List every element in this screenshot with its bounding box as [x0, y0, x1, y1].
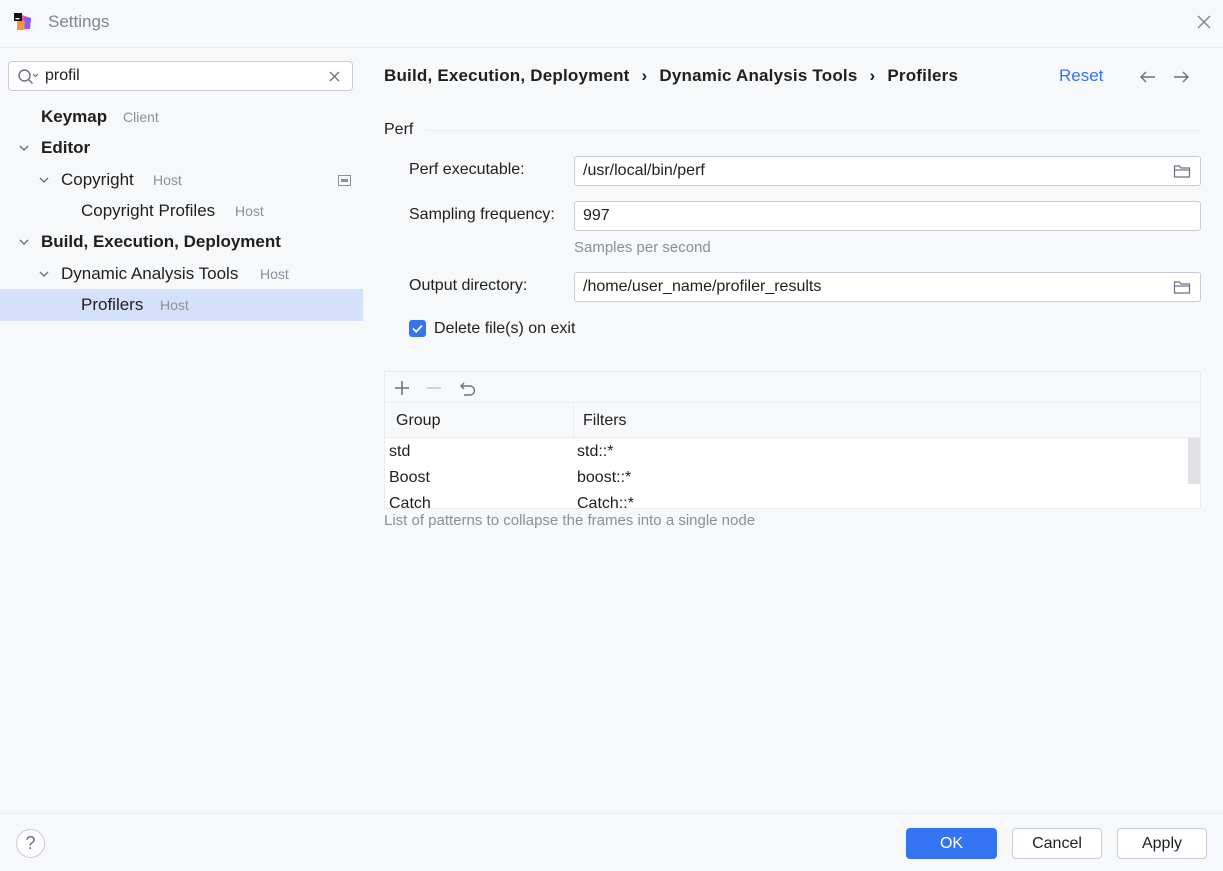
cell-filters: std::*: [577, 443, 614, 460]
header-divider: [0, 47, 1223, 48]
remove-icon[interactable]: [424, 378, 444, 398]
sampling-frequency-value[interactable]: 997: [583, 207, 610, 225]
breadcrumb-item: Profilers: [887, 66, 959, 85]
help-button[interactable]: ?: [16, 829, 45, 858]
table-row[interactable]: Boost boost::*: [385, 465, 1200, 491]
tree-item-label: Copyright Profiles: [81, 201, 216, 220]
folder-icon[interactable]: [1173, 163, 1191, 179]
tree-item-hint: Host: [235, 203, 264, 219]
cell-group: std: [389, 443, 411, 460]
tree-item-label: Dynamic Analysis Tools: [61, 264, 239, 283]
footer-divider: [0, 813, 1223, 814]
breadcrumb-separator: ›: [869, 66, 876, 85]
section-divider: [426, 130, 1200, 131]
tree-item-label: Editor: [41, 138, 91, 157]
cell-group: Catch: [389, 495, 431, 509]
breadcrumb: Build, Execution, Deployment › Dynamic Ana…: [384, 66, 958, 86]
title-bar: Settings: [0, 0, 1223, 46]
ok-button[interactable]: OK: [906, 828, 997, 859]
output-directory-label: Output directory:: [409, 277, 528, 294]
delete-files-label[interactable]: Delete file(s) on exit: [434, 320, 575, 338]
search-field[interactable]: [8, 61, 353, 91]
add-icon[interactable]: [392, 378, 412, 398]
tree-item-build-execution-deployment[interactable]: Build, Execution, Deployment: [0, 226, 363, 258]
sampling-frequency-hint: Samples per second: [574, 239, 711, 256]
table-header: Group Filters: [385, 404, 1200, 438]
table-row[interactable]: Catch Catch::*: [385, 491, 1200, 509]
column-divider[interactable]: [573, 404, 574, 438]
column-header-group[interactable]: Group: [396, 412, 440, 430]
modified-settings-icon: [338, 175, 351, 186]
section-title-perf: Perf: [384, 121, 414, 138]
search-input[interactable]: [45, 65, 325, 87]
breadcrumb-item[interactable]: Dynamic Analysis Tools: [659, 66, 857, 85]
frame-filters-table: Group Filters std std::* Boost boost::* …: [384, 371, 1201, 509]
tree-item-dynamic-analysis-tools[interactable]: Dynamic Analysis Tools Host: [0, 258, 363, 290]
tree-item-editor[interactable]: Editor: [0, 132, 363, 164]
cell-filters: boost::*: [577, 469, 632, 486]
tree-item-hint: Client: [123, 109, 159, 125]
delete-files-checkbox[interactable]: [409, 320, 426, 337]
chevron-down-icon[interactable]: [18, 236, 30, 248]
table-hint: List of patterns to collapse the frames …: [384, 512, 756, 529]
table-row[interactable]: std std::*: [385, 439, 1200, 465]
output-directory-field[interactable]: /home/user_name/profiler_results: [574, 272, 1201, 302]
cell-filters: Catch::*: [577, 495, 634, 509]
tree-item-copyright[interactable]: Copyright Host: [0, 164, 363, 196]
table-scrollbar[interactable]: [1188, 438, 1200, 484]
tree-item-hint: Host: [160, 297, 189, 313]
search-icon[interactable]: [17, 68, 39, 86]
tree-item-label: Copyright: [61, 170, 134, 189]
breadcrumb-item[interactable]: Build, Execution, Deployment: [384, 66, 630, 85]
tree-item-profilers[interactable]: Profilers Host: [0, 289, 363, 321]
apply-button[interactable]: Apply: [1117, 828, 1207, 859]
perf-executable-label: Perf executable:: [409, 161, 525, 178]
window-title: Settings: [48, 12, 110, 31]
tree-item-copyright-profiles[interactable]: Copyright Profiles Host: [0, 195, 363, 227]
tree-item-keymap[interactable]: Keymap Client: [0, 101, 363, 133]
clear-search-icon[interactable]: [329, 71, 340, 82]
tree-item-hint: Host: [260, 266, 289, 282]
app-logo-icon: [14, 13, 31, 30]
arrow-left-icon[interactable]: [1139, 69, 1157, 85]
cancel-button[interactable]: Cancel: [1012, 828, 1102, 859]
tree-item-label: Profilers: [81, 295, 144, 314]
chevron-down-icon[interactable]: [38, 174, 50, 186]
close-icon[interactable]: [1195, 13, 1213, 31]
restore-icon[interactable]: [458, 378, 478, 398]
reset-link[interactable]: Reset: [1059, 66, 1103, 86]
breadcrumb-separator: ›: [641, 66, 648, 85]
perf-executable-value[interactable]: /usr/local/bin/perf: [583, 162, 705, 180]
output-directory-value[interactable]: /home/user_name/profiler_results: [583, 278, 821, 296]
tree-item-label: Build, Execution, Deployment: [41, 232, 281, 251]
table-toolbar: [385, 372, 1200, 403]
folder-icon[interactable]: [1173, 279, 1191, 295]
cell-group: Boost: [389, 469, 430, 486]
chevron-down-icon[interactable]: [18, 142, 30, 154]
tree-item-label: Keymap: [41, 107, 108, 126]
column-header-filters[interactable]: Filters: [583, 412, 627, 430]
sampling-frequency-field[interactable]: 997: [574, 201, 1201, 231]
perf-executable-field[interactable]: /usr/local/bin/perf: [574, 156, 1201, 186]
sampling-frequency-label: Sampling frequency:: [409, 206, 555, 223]
arrow-right-icon[interactable]: [1172, 69, 1190, 85]
tree-item-hint: Host: [153, 172, 182, 188]
chevron-down-icon[interactable]: [38, 268, 50, 280]
